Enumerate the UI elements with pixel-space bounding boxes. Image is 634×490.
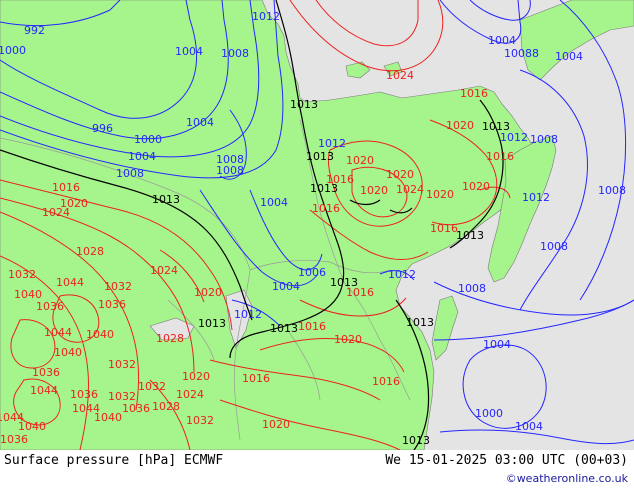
isobar-label-r1020d: 1020	[426, 188, 454, 201]
pressure-map-canvas: 99210009961000100410081004 10081012100410…	[0, 0, 634, 450]
pressure-map: 992 1000 996 1000 1004 1008 1004 1008 1012 1004 10…	[0, 0, 634, 450]
isobar-label-r1016d: 1016	[486, 150, 514, 163]
isobar-label-b1004h: 1004	[515, 420, 543, 433]
isobar-label-r1020h: 1020	[194, 286, 222, 299]
isobar-label-b1004e: 1004	[488, 34, 516, 47]
isobar-label-r1016a: 1016	[460, 87, 488, 100]
isobar-label-k1013b: 1013	[306, 150, 334, 163]
isobar-label-r1024e: 1024	[176, 388, 204, 401]
site-credit[interactable]: ©weatheronline.co.uk	[506, 472, 628, 485]
isobar-label-r1032a: 1032	[8, 268, 36, 281]
isobar-label-b1008d: 1008	[216, 164, 244, 177]
isobar-label-r1040b: 1040	[86, 328, 114, 341]
isobar-label-b1012a: 1012	[252, 10, 280, 23]
isobar-label-r1020k: 1020	[334, 333, 362, 346]
isobar-label-b1004i: 1004	[272, 280, 300, 293]
isobar-label-b1012d: 1012	[522, 191, 550, 204]
isobar-label-k1013j: 1013	[406, 316, 434, 329]
isobar-label-r1020e: 1020	[360, 184, 388, 197]
isobar-label-b1000a: 1000	[0, 44, 26, 57]
isobar-label-b992: 992	[24, 24, 45, 37]
isobar-label-b1006: 1006	[298, 266, 326, 279]
isobar-label-r1020a: 1020	[446, 119, 474, 132]
isobar-label-r1024c: 1024	[42, 206, 70, 219]
isobar-label-r1024b: 1024	[396, 183, 424, 196]
isobar-label-b1004g: 1004	[483, 338, 511, 351]
forecast-time: We 15-01-2025 03:00 UTC (00+03)	[385, 453, 628, 468]
isobar-label-r1036f: 1036	[0, 433, 28, 446]
map-title: Surface pressure [hPa] ECMWF	[4, 453, 224, 468]
isobar-label-b996: 996	[92, 122, 113, 135]
isobar-label-r1016c: 1016	[312, 202, 340, 215]
isobar-label-r1032b: 1032	[104, 280, 132, 293]
isobar-label-r1032d: 1032	[138, 380, 166, 393]
isobar-label-r1040d: 1040	[94, 411, 122, 424]
isobar-label-k1013c: 1013	[310, 182, 338, 195]
isobar-label-b1008g: 1008	[540, 240, 568, 253]
isobar-label-k1013g: 1013	[330, 276, 358, 289]
isobar-label-b1000c: 1000	[475, 407, 503, 420]
isobar-label-r1016f: 1016	[52, 181, 80, 194]
isobar-label-k1013k: 1013	[402, 434, 430, 447]
isobar-label-b1004c: 1004	[186, 116, 214, 129]
isobar-label-b1004b: 1004	[175, 45, 203, 58]
isobar-label-r1020b: 1020	[346, 154, 374, 167]
isobar-label-r1028b: 1028	[156, 332, 184, 345]
isobar-label-b1000b: 1000	[134, 133, 162, 146]
isobar-label-b1004d: 1004	[260, 196, 288, 209]
isobar-label-r1032f: 1032	[186, 414, 214, 427]
isobar-label-k1013f: 1013	[456, 229, 484, 242]
isobar-label-b1008a: 1008	[116, 167, 144, 180]
isobar-label-r1020j: 1020	[262, 418, 290, 431]
isobar-label-r1040c: 1040	[54, 346, 82, 359]
isobar-label-r1016g: 1016	[242, 372, 270, 385]
isobar-label-b1004a: 1004	[128, 150, 156, 163]
isobar-label-r1036a: 1036	[36, 300, 64, 313]
isobar-label-r1016j: 1016	[298, 320, 326, 333]
isobar-label-b1008e: 1008	[530, 133, 558, 146]
isobar-label-r1020f: 1020	[462, 180, 490, 193]
isobar-label-r1016e: 1016	[430, 222, 458, 235]
isobar-label-r1036e: 1036	[122, 402, 150, 415]
isobar-label-k1013e: 1013	[482, 120, 510, 133]
isobar-label-r1028a: 1028	[76, 245, 104, 258]
isobar-label-r1036d: 1036	[70, 388, 98, 401]
isobar-label-b1008b: 1008	[221, 47, 249, 60]
isobar-label-k1013i: 1013	[270, 322, 298, 335]
isobar-label-k1013d: 1013	[152, 193, 180, 206]
isobar-label-b1004f: 1004	[555, 50, 583, 63]
isobar-label-r1020c: 1020	[386, 168, 414, 181]
isobar-label-r1024a: 1024	[386, 69, 414, 82]
isobar-label-r1036c: 1036	[32, 366, 60, 379]
isobar-label-r1032c: 1032	[108, 358, 136, 371]
isobar-label-r1044e: 1044	[0, 411, 24, 424]
isobar-label-k1013a: 1013	[290, 98, 318, 111]
isobar-label-b1008f: 1008	[598, 184, 626, 197]
isobar-label-r1020i: 1020	[182, 370, 210, 383]
footer-bar: Surface pressure [hPa] ECMWF We 15-01-20…	[0, 450, 634, 490]
isobar-label-r1016h: 1016	[372, 375, 400, 388]
isobar-label-b10088: 10088	[504, 47, 539, 60]
isobar-label-r1044a: 1044	[56, 276, 84, 289]
isobar-label-b1012f: 1012	[234, 308, 262, 321]
isobar-label-r1044b: 1044	[44, 326, 72, 339]
isobar-label-r1044c: 1044	[30, 384, 58, 397]
isobar-label-r1024d: 1024	[150, 264, 178, 277]
isobar-label-b1008h: 1008	[458, 282, 486, 295]
isobar-label-r1028c: 1028	[152, 400, 180, 413]
isobar-label-k1013h: 1013	[198, 317, 226, 330]
isobar-label-b1012e: 1012	[388, 268, 416, 281]
isobar-label-b1012b: 1012	[318, 137, 346, 150]
isobar-label-r1036b: 1036	[98, 298, 126, 311]
